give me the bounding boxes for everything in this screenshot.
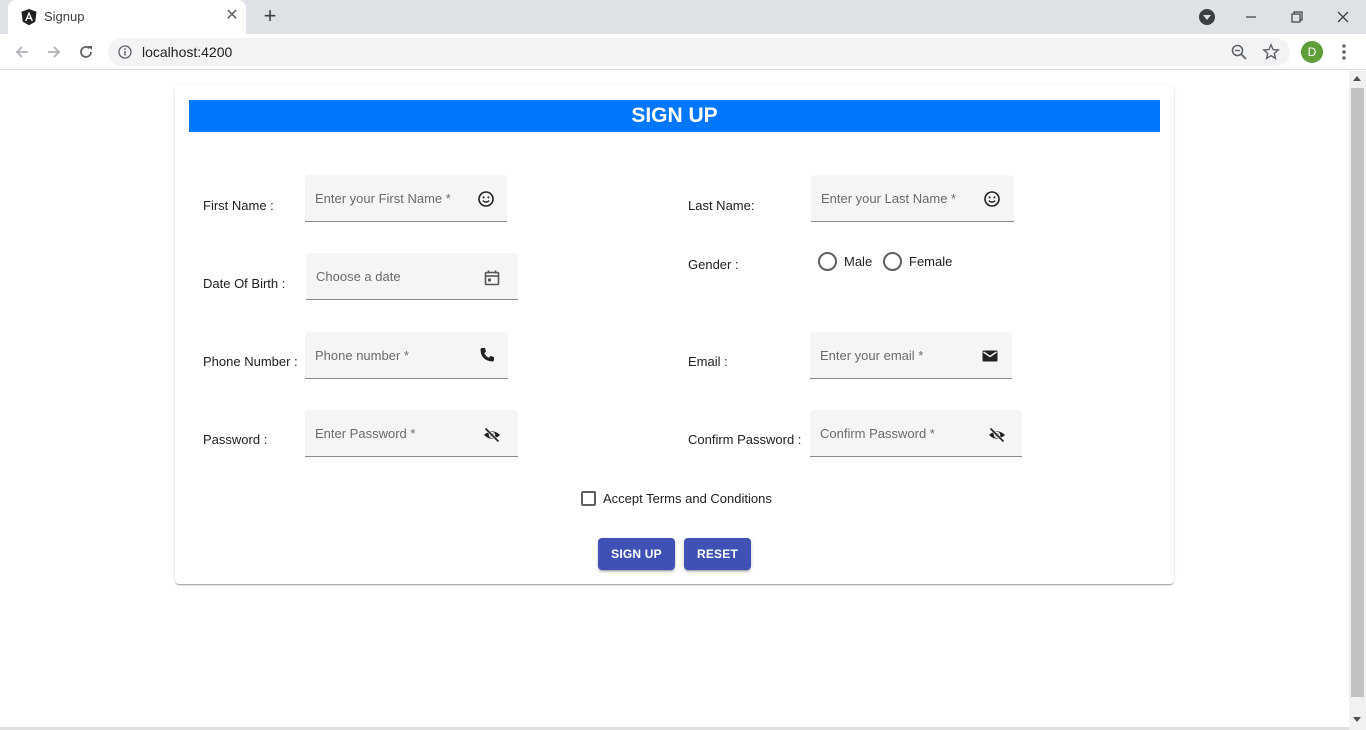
phone-icon: [480, 348, 494, 362]
phone-placeholder: Phone number *: [315, 348, 409, 363]
dob-placeholder: Choose a date: [316, 269, 401, 284]
phone-label: Phone Number :: [203, 354, 298, 369]
password-placeholder: Enter Password *: [315, 426, 416, 441]
gender-male-radio[interactable]: [818, 252, 837, 271]
gender-female-label[interactable]: Female: [909, 254, 952, 269]
tab-title: Signup: [44, 9, 85, 24]
confirm-password-field[interactable]: Confirm Password *: [810, 410, 1022, 457]
browser-menu-icon[interactable]: [1336, 42, 1352, 62]
reload-button[interactable]: [74, 40, 98, 64]
visibility-off-icon[interactable]: [988, 426, 1006, 444]
calendar-icon[interactable]: [483, 269, 501, 287]
forward-arrow-icon: [48, 46, 61, 58]
back-button[interactable]: [10, 40, 34, 64]
last-name-label: Last Name:: [688, 198, 755, 213]
confirm-password-placeholder: Confirm Password *: [820, 426, 935, 441]
tab-close-icon[interactable]: ✕: [224, 8, 240, 24]
url-text[interactable]: localhost:4200: [142, 44, 232, 60]
visibility-off-icon[interactable]: [483, 426, 501, 444]
email-field[interactable]: Enter your email *: [810, 332, 1012, 379]
terms-label[interactable]: Accept Terms and Conditions: [603, 491, 772, 506]
page-title: SIGN UP: [189, 100, 1160, 132]
face-icon: [478, 191, 494, 207]
mail-icon: [982, 350, 998, 362]
first-name-field[interactable]: Enter your First Name *: [305, 175, 507, 222]
scrollbar-thumb[interactable]: [1351, 88, 1364, 697]
email-label: Email :: [688, 354, 728, 369]
profile-avatar[interactable]: D: [1301, 41, 1323, 63]
gender-female-radio[interactable]: [883, 252, 902, 271]
reset-button[interactable]: RESET: [684, 538, 751, 570]
terms-checkbox[interactable]: [581, 491, 596, 506]
browser-tab[interactable]: Signup ✕: [8, 0, 246, 34]
bookmark-star-icon[interactable]: [1262, 43, 1280, 61]
tab-search-icon[interactable]: [1198, 8, 1216, 26]
back-arrow-icon: [15, 46, 28, 58]
gender-male-label[interactable]: Male: [844, 254, 872, 269]
scroll-down-icon[interactable]: [1353, 717, 1361, 722]
dob-field[interactable]: Choose a date: [306, 253, 518, 300]
dob-label: Date Of Birth :: [203, 276, 286, 291]
signup-button[interactable]: SIGN UP: [598, 538, 675, 570]
phone-field[interactable]: Phone number *: [305, 332, 508, 379]
forward-button[interactable]: [42, 40, 66, 64]
last-name-placeholder: Enter your Last Name *: [821, 191, 957, 206]
password-field[interactable]: Enter Password *: [305, 410, 518, 457]
last-name-field[interactable]: Enter your Last Name *: [811, 175, 1014, 222]
new-tab-button[interactable]: +: [258, 5, 282, 29]
reload-icon: [80, 46, 92, 58]
close-window-icon[interactable]: [1320, 0, 1366, 34]
gender-label: Gender :: [688, 257, 739, 272]
address-bar[interactable]: localhost:4200: [108, 38, 1290, 66]
signup-card: SIGN UP First Name : Enter your First Na…: [175, 85, 1174, 584]
first-name-placeholder: Enter your First Name *: [315, 191, 451, 206]
face-icon: [984, 191, 1000, 207]
email-placeholder: Enter your email *: [820, 348, 924, 363]
minimize-icon[interactable]: [1228, 0, 1274, 34]
angular-logo-icon: [21, 9, 37, 26]
browser-toolbar: localhost:4200 D: [0, 34, 1366, 70]
restore-icon[interactable]: [1274, 0, 1320, 34]
zoom-icon[interactable]: [1230, 43, 1248, 61]
password-label: Password :: [203, 432, 268, 447]
confirm-password-label: Confirm Password :: [688, 432, 802, 447]
page-scrollbar[interactable]: [1349, 71, 1366, 730]
scroll-up-icon[interactable]: [1353, 76, 1361, 81]
page-viewport: SIGN UP First Name : Enter your First Na…: [0, 71, 1349, 730]
tab-strip: Signup ✕ +: [0, 0, 1366, 34]
site-info-icon[interactable]: [118, 45, 132, 59]
first-name-label: First Name :: [203, 198, 274, 213]
